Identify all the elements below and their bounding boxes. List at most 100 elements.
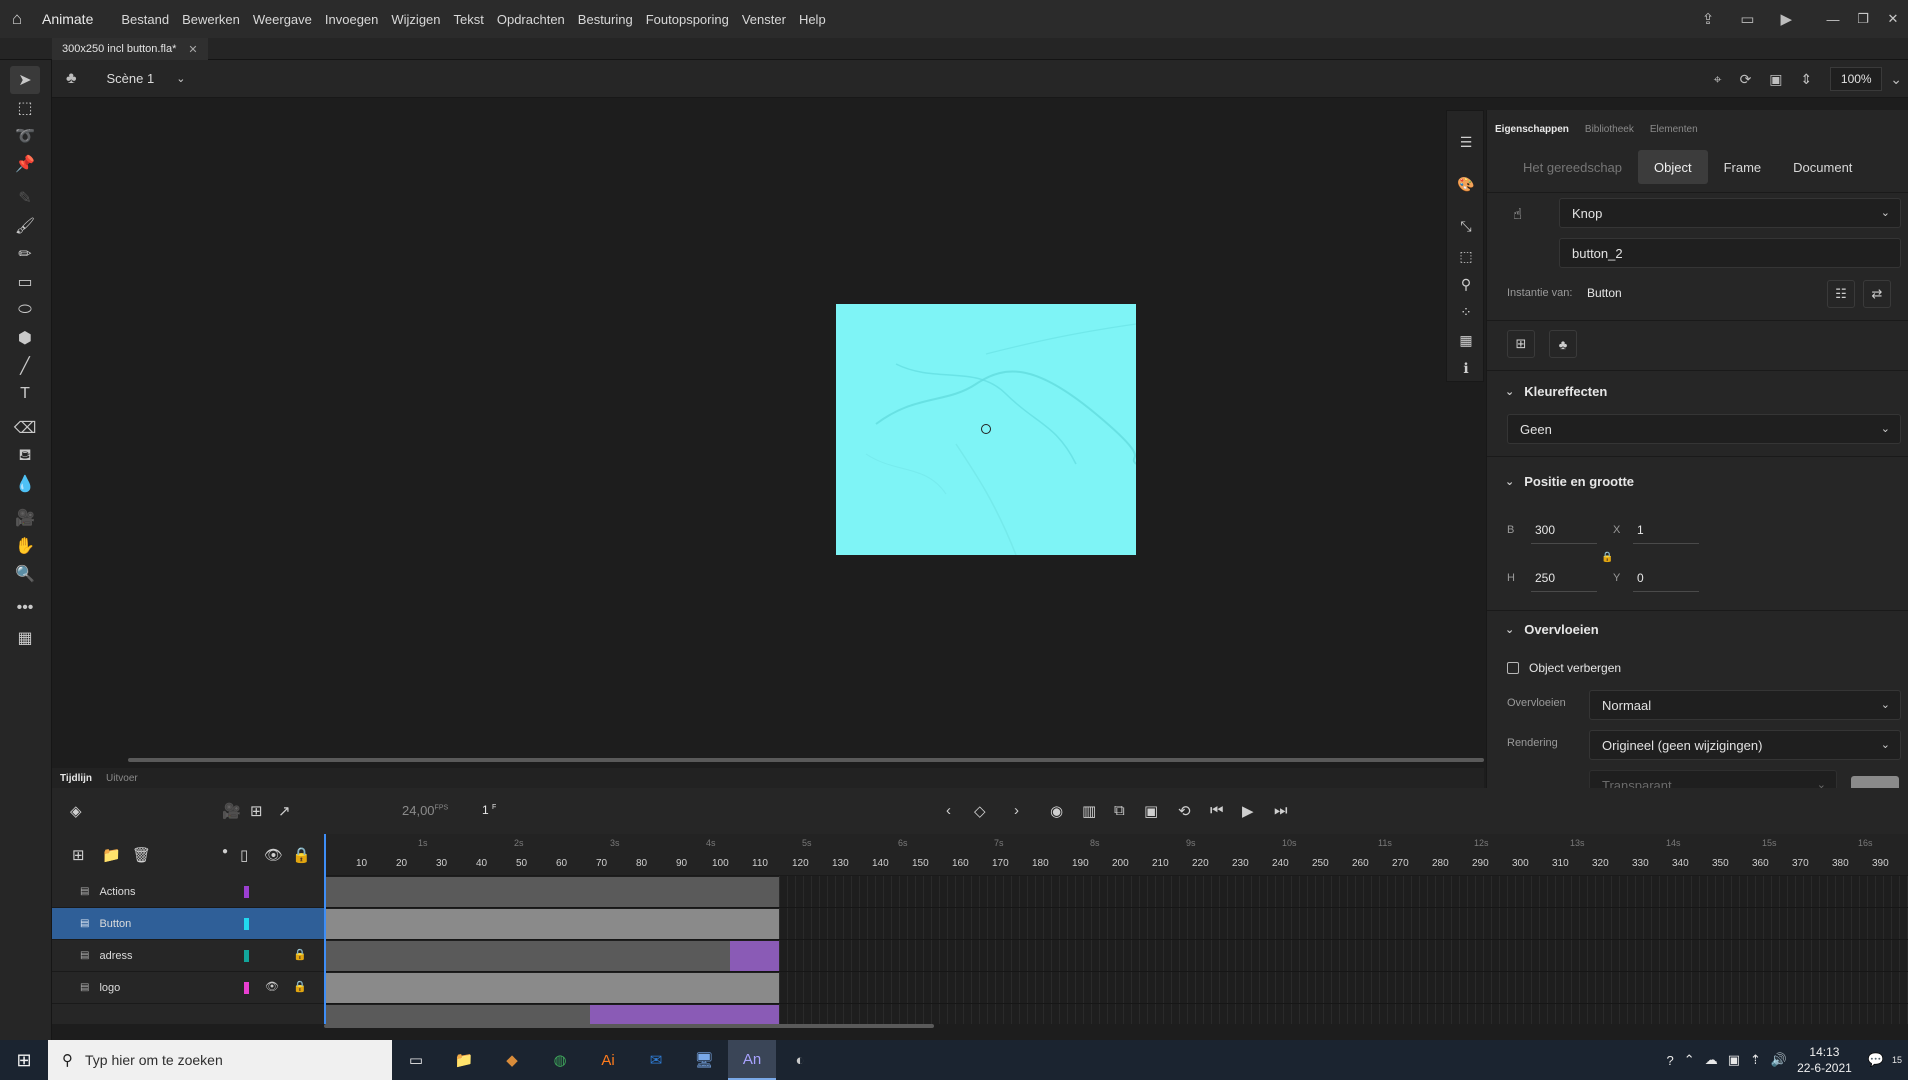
tab-bibliotheek[interactable]: Bibliotheek — [1585, 124, 1634, 135]
menu-weergave[interactable]: Weergave — [253, 12, 312, 27]
camera-tool-icon[interactable]: 🎥 — [10, 504, 40, 532]
tab-object[interactable]: Object — [1638, 150, 1708, 184]
symbol-settings-icon[interactable]: ☷ — [1827, 280, 1855, 308]
blending-section[interactable]: ⌄ Overvloeien — [1505, 622, 1599, 637]
y-field[interactable]: 0 — [1637, 571, 1644, 585]
outlook-icon[interactable]: ✉ — [632, 1040, 680, 1080]
app-extra-icon[interactable]: ◐ — [776, 1040, 824, 1080]
stroke-fill-color-icon[interactable]: ▦ — [10, 624, 40, 652]
tab-elementen[interactable]: Elementen — [1650, 124, 1698, 135]
graph-icon[interactable]: ↗ — [278, 802, 291, 820]
edit-symbol-icon[interactable]: ♣ — [1549, 330, 1577, 358]
motion-icon[interactable]: ⤡ — [1457, 217, 1475, 235]
frames-row-partial[interactable] — [324, 1004, 1908, 1024]
frame-span[interactable] — [324, 909, 779, 939]
align-icon[interactable]: ☰ — [1457, 133, 1475, 151]
lock-icon[interactable]: 🔒 — [293, 980, 307, 993]
step-back-icon[interactable]: ⏮ — [1210, 802, 1224, 819]
rotate-stage-icon[interactable]: ⟳ — [1740, 71, 1752, 88]
taskbar-search[interactable]: ⚲ Typ hier om te zoeken — [48, 1040, 392, 1080]
insert-keyframe-icon[interactable]: ◇ — [974, 802, 986, 820]
pencil-tool-icon[interactable]: ✏ — [10, 240, 40, 268]
info-icon[interactable]: ℹ — [1457, 359, 1475, 377]
instance-behavior-icon[interactable]: ⊞ — [1507, 330, 1535, 358]
tab-timeline[interactable]: Tijdlijn — [60, 773, 92, 784]
play-icon[interactable]: ▶ — [1242, 802, 1254, 820]
height-field[interactable]: 250 — [1535, 571, 1555, 585]
menu-tekst[interactable]: Tekst — [454, 12, 484, 27]
zoom-dropdown-icon[interactable]: ⌄ — [1890, 71, 1902, 88]
delete-layer-icon[interactable]: 🗑 — [132, 846, 151, 864]
home-icon[interactable]: ⌂ — [0, 0, 34, 38]
frame-span[interactable] — [324, 1005, 590, 1024]
menu-bewerken[interactable]: Bewerken — [182, 12, 240, 27]
layer-row-adress[interactable]: ▤ adress 🔒 — [52, 940, 324, 972]
close-tab-icon[interactable]: ✕ — [188, 43, 197, 56]
layer-row-logo[interactable]: ▤ logo 👁 🔒 — [52, 972, 324, 1004]
lasso-tool-icon[interactable]: ➰ — [10, 122, 40, 150]
stage-scrollbar[interactable] — [128, 758, 1484, 762]
lock-icon[interactable]: 🔒 — [293, 948, 307, 961]
test-movie-icon[interactable]: ▶ — [1780, 10, 1792, 28]
lock-aspect-icon[interactable]: 🔒 — [1601, 552, 1613, 563]
illustrator-icon[interactable]: Ai — [584, 1040, 632, 1080]
position-size-section[interactable]: ⌄ Positie en grootte — [1505, 474, 1634, 489]
frames-row-logo[interactable] — [324, 972, 1908, 1004]
zoom-tool-icon[interactable]: 🔍 — [10, 560, 40, 588]
camera-icon[interactable]: 🎥 — [222, 802, 241, 820]
frames-row-button[interactable] — [324, 908, 1908, 940]
render-dropdown[interactable]: Origineel (geen wijzigingen) ⌄ — [1589, 730, 1901, 760]
help-icon[interactable]: ? — [1667, 1053, 1674, 1068]
frame-span[interactable] — [324, 973, 779, 1003]
minimize-icon[interactable]: — — [1818, 12, 1848, 27]
layers-icon[interactable]: ◈ — [70, 802, 82, 820]
new-folder-icon[interactable]: 📁 — [102, 846, 121, 864]
loop-icon[interactable]: ⟲ — [1178, 802, 1191, 820]
layer-row-button[interactable]: ▤ Button — [52, 908, 324, 940]
stage-area[interactable] — [52, 98, 1484, 758]
asset-warp-icon[interactable]: ⚲ — [1457, 275, 1475, 293]
fps-field[interactable]: 24,00FPS — [402, 803, 448, 818]
tab-eigenschappen[interactable]: Eigenschappen — [1495, 124, 1569, 135]
chrome-icon[interactable]: ◍ — [536, 1040, 584, 1080]
workspace-icon[interactable]: ▭ — [1740, 10, 1754, 28]
chevron-up-icon[interactable]: ⌃ — [1684, 1052, 1695, 1068]
snap-icon[interactable]: ⌖ — [1714, 71, 1722, 88]
menu-invoegen[interactable]: Invoegen — [325, 12, 379, 27]
oval-tool-icon[interactable]: ⬭ — [10, 296, 40, 324]
menu-bestand[interactable]: Bestand — [121, 12, 169, 27]
chevron-down-icon[interactable]: ⌄ — [176, 72, 185, 85]
frames-row-adress[interactable] — [324, 940, 1908, 972]
blend-mode-dropdown[interactable]: Normaal ⌄ — [1589, 690, 1901, 720]
layer-row-actions[interactable]: ▤ Actions — [52, 876, 324, 908]
hidden-icon[interactable]: 👁 — [265, 980, 279, 993]
polystar-tool-icon[interactable]: ⬢ — [10, 324, 40, 352]
tween-span[interactable] — [730, 941, 779, 971]
zoom-field[interactable]: 100% — [1830, 67, 1883, 91]
transform-icon[interactable]: ⬚ — [1457, 247, 1475, 265]
frame-ruler[interactable]: 10 20 30 40 50 60 70 80 90 100 110 120 1… — [324, 834, 1908, 876]
animate-icon[interactable]: An — [728, 1040, 776, 1080]
restore-icon[interactable]: ❐ — [1848, 11, 1878, 27]
menu-venster[interactable]: Venster — [742, 12, 786, 27]
outline-icon[interactable]: ▯ — [240, 846, 248, 864]
share-icon[interactable]: ⇪ — [1702, 10, 1715, 28]
next-keyframe-icon[interactable]: › — [1014, 802, 1019, 819]
hand-tool-icon[interactable]: ✋ — [10, 532, 40, 560]
library-strip-icon[interactable]: ▦ — [1457, 331, 1475, 349]
eyedropper-tool-icon[interactable]: 💧 — [10, 470, 40, 498]
windows-start-icon[interactable]: ⊞ — [0, 1040, 48, 1080]
tab-tool[interactable]: Het gereedschap — [1507, 150, 1638, 184]
frames-row-actions[interactable] — [324, 876, 1908, 908]
clock[interactable]: 14:13 22-6-2021 — [1797, 1044, 1852, 1076]
width-field[interactable]: 300 — [1535, 523, 1555, 537]
x-field[interactable]: 1 — [1637, 523, 1644, 537]
hide-object-checkbox[interactable] — [1507, 662, 1519, 674]
free-transform-tool-icon[interactable]: ⬚ — [10, 94, 40, 122]
menu-wijzigen[interactable]: Wijzigen — [391, 12, 440, 27]
notifications-icon[interactable]: 💬 — [1868, 1052, 1884, 1068]
color-effect-dropdown[interactable]: Geen ⌄ — [1507, 414, 1901, 444]
edit-symbols-icon[interactable]: ♣ — [66, 70, 77, 88]
timeline-scrollbar[interactable] — [324, 1024, 934, 1028]
task-view-icon[interactable]: ▭ — [392, 1040, 440, 1080]
